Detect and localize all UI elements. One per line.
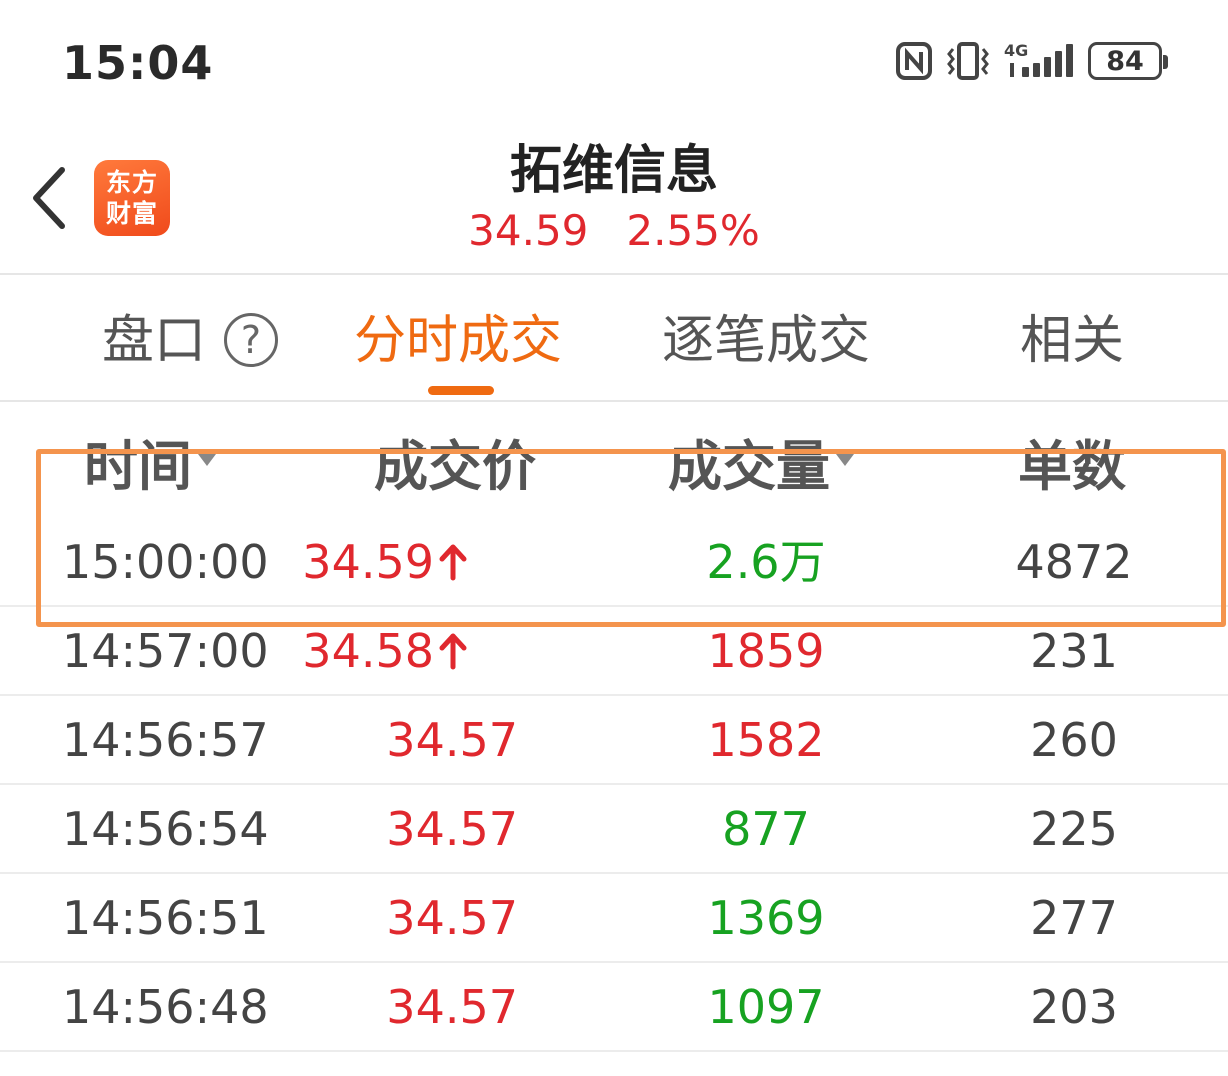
cell-price: 34.57 [386,891,518,945]
status-icons: 4G 84 [896,40,1168,82]
tab-tick-trades[interactable]: 逐笔成交 [662,308,870,374]
stock-change-pct: 2.55% [626,206,760,255]
table-row: 14:56:57 34.57 1582 260 [0,696,1228,785]
tab-related[interactable]: 相关 [1020,308,1124,374]
nfc-icon [896,42,932,80]
stock-price: 34.59 [468,206,589,255]
active-tab-indicator [428,386,494,395]
arrow-up-icon [439,633,467,669]
network-type: 4G [1004,41,1028,60]
tab-pankou[interactable]: 盘口? [102,308,279,374]
table-row: 14:56:48 34.57 1097 203 [0,963,1228,1052]
cell-volume: 1369 [707,891,825,945]
stock-name: 拓维信息 [509,141,718,201]
table-row: 14:56:54 34.57 877 225 [0,785,1228,874]
cell-volume: 1582 [707,713,825,767]
stock-quote: 34.59 2.55% [0,206,1228,255]
table-row: 14:56:51 34.57 1369 277 [0,874,1228,963]
status-time: 15:04 [62,36,214,90]
cell-count: 225 [1030,802,1118,856]
tab-pankou-label: 盘口 [102,311,207,371]
vibrate-icon [947,42,989,80]
battery-level: 84 [1106,45,1144,77]
header-divider [0,273,1228,275]
cell-price: 34.57 [386,713,518,767]
signal-icon: 4G [1004,41,1073,77]
price-value: 34.58 [302,624,434,678]
row-divider [0,1050,1228,1052]
battery-icon: 84 [1088,42,1168,80]
cell-price: 34.57 [386,980,518,1034]
cell-price: 34.57 [386,802,518,856]
tabs-divider [0,400,1228,402]
cell-count: 203 [1030,980,1118,1034]
tab-minute-trades[interactable]: 分时成交 [354,308,562,374]
cell-volume: 877 [722,802,810,856]
cell-volume: 1097 [707,980,825,1034]
cell-count: 260 [1030,713,1118,767]
highlight-box [36,449,1226,627]
cell-count: 277 [1030,891,1118,945]
help-icon[interactable]: ? [224,313,279,367]
